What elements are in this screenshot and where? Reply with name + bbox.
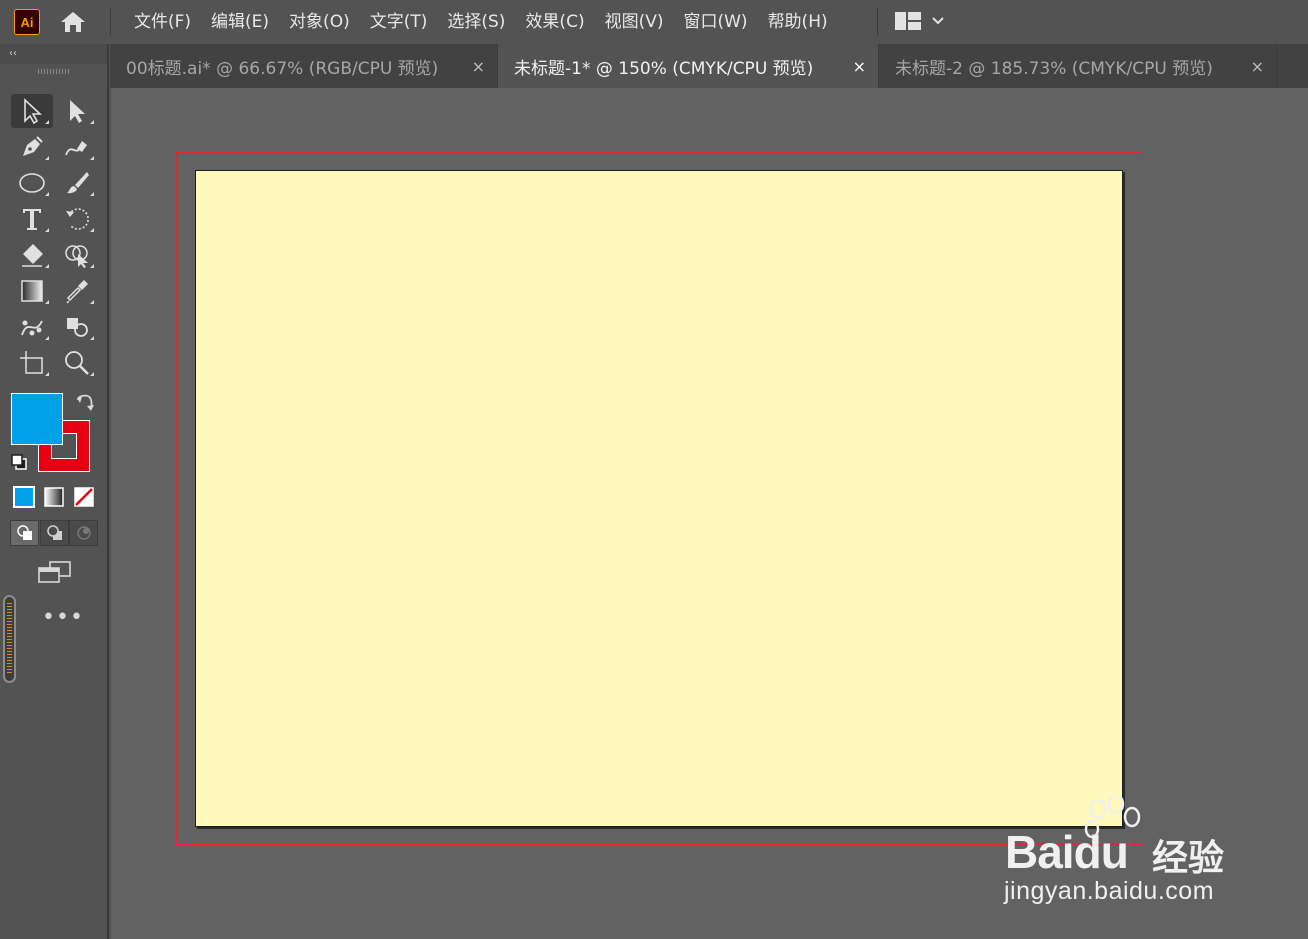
menu-object[interactable]: 对象(O): [279, 0, 360, 44]
document-tabs: 00标题.ai* @ 66.67% (RGB/CPU 预览) × 未标题-1* …: [110, 44, 1308, 88]
home-icon[interactable]: [59, 10, 87, 34]
zoom-magnifier-icon: [65, 351, 89, 375]
tab-label: 未标题-1* @ 150% (CMYK/CPU 预览): [514, 58, 814, 79]
curvature-tool[interactable]: [56, 130, 98, 164]
app-logo: Ai: [14, 9, 40, 35]
draw-inside-button[interactable]: [69, 520, 98, 546]
gradient-tool[interactable]: [11, 274, 53, 308]
panel-grip[interactable]: [38, 69, 70, 74]
eraser-tool[interactable]: [11, 238, 53, 272]
menu-select[interactable]: 选择(S): [437, 0, 515, 44]
screen-mode-icon[interactable]: [36, 560, 74, 588]
scroll-handle-grip: [7, 603, 12, 675]
menu-items: 文件(F) 编辑(E) 对象(O) 文字(T) 选择(S) 效果(C) 视图(V…: [124, 0, 838, 44]
chevron-down-icon[interactable]: [930, 14, 946, 28]
pen-tool[interactable]: [11, 130, 53, 164]
paintbrush-icon: [67, 172, 89, 194]
selection-arrow-icon: [24, 98, 43, 125]
collapse-icon[interactable]: ‹‹: [9, 48, 17, 59]
rotate-icon: [66, 208, 89, 230]
type-tool[interactable]: [11, 202, 53, 236]
ellipse-tool[interactable]: [11, 166, 53, 200]
menu-window[interactable]: 窗口(W): [673, 0, 757, 44]
workspace-layout-icon[interactable]: [895, 12, 921, 30]
curvature-pen-icon: [65, 141, 87, 156]
tab-document-1[interactable]: 00标题.ai* @ 66.67% (RGB/CPU 预览) ×: [110, 44, 498, 88]
watermark-url: jingyan.baidu.com: [1004, 877, 1215, 905]
more-tools-icon[interactable]: •••: [42, 607, 84, 629]
menu-file[interactable]: 文件(F): [124, 0, 201, 44]
tab-label: 00标题.ai* @ 66.67% (RGB/CPU 预览): [126, 58, 439, 79]
default-colors-icon[interactable]: [10, 453, 28, 471]
type-t-icon: [23, 209, 41, 230]
close-icon[interactable]: ×: [472, 57, 485, 76]
pen-icon: [23, 136, 43, 156]
menu-bar: Ai 文件(F) 编辑(E) 对象(O) 文字(T) 选择(S) 效果(C) 视…: [0, 0, 1308, 44]
tab-document-3[interactable]: 未标题-2 @ 185.73% (CMYK/CPU 预览) ×: [879, 44, 1277, 88]
gradient-icon: [21, 280, 43, 302]
gradient-swatch-icon: [44, 487, 64, 507]
menu-separator-2: [877, 8, 878, 36]
shape-builder-icon: [65, 245, 88, 268]
selection-tool[interactable]: [11, 94, 53, 128]
draw-inside-icon: [76, 526, 91, 540]
rotate-tool[interactable]: [56, 202, 98, 236]
blend-tool[interactable]: [11, 310, 53, 344]
eyedropper-icon: [66, 280, 88, 304]
none-swatch-icon: [74, 487, 94, 507]
menu-effect[interactable]: 效果(C): [515, 0, 594, 44]
tab-document-2[interactable]: 未标题-1* @ 150% (CMYK/CPU 预览) ×: [498, 44, 879, 88]
paintbrush-tool[interactable]: [56, 166, 98, 200]
fill-color-swatch[interactable]: [11, 393, 63, 445]
direct-selection-icon: [70, 100, 85, 123]
artboard-tool[interactable]: [11, 346, 53, 380]
gradient-mode-button[interactable]: [41, 484, 67, 510]
tools-panel-header: ‹‹: [0, 44, 107, 64]
none-mode-button[interactable]: [71, 484, 97, 510]
live-paint-icon: [67, 318, 88, 337]
shape-builder-tool[interactable]: [56, 238, 98, 272]
ellipse-icon: [19, 173, 45, 193]
baidu-jingyan-watermark: Baidu 经验 jingyan.baidu.com: [1000, 795, 1240, 915]
color-mode-button[interactable]: [11, 484, 37, 510]
live-paint-tool[interactable]: [56, 310, 98, 344]
eyedropper-tool[interactable]: [56, 274, 98, 308]
close-icon[interactable]: ×: [1251, 57, 1264, 76]
menu-edit[interactable]: 编辑(E): [201, 0, 279, 44]
close-icon[interactable]: ×: [853, 57, 866, 76]
menu-separator: [110, 8, 111, 36]
direct-selection-tool[interactable]: [56, 94, 98, 128]
tab-label: 未标题-2 @ 185.73% (CMYK/CPU 预览): [895, 58, 1213, 79]
draw-normal-icon: [16, 525, 32, 540]
menu-type[interactable]: 文字(T): [360, 0, 438, 44]
menu-view[interactable]: 视图(V): [595, 0, 674, 44]
tools-panel: ‹‹ •••: [0, 44, 109, 939]
swap-fill-stroke-icon[interactable]: [74, 392, 96, 414]
illustrator-window: Ai 文件(F) 编辑(E) 对象(O) 文字(T) 选择(S) 效果(C) 视…: [0, 0, 1308, 939]
draw-behind-button[interactable]: [40, 520, 69, 546]
draw-behind-icon: [46, 525, 62, 540]
eraser-icon: [22, 244, 43, 267]
watermark-brand: Baidu: [1005, 826, 1129, 878]
artboard-icon: [20, 351, 43, 374]
panel-scroll-handle[interactable]: [3, 595, 16, 683]
zoom-tool[interactable]: [56, 346, 98, 380]
color-fill-icon: [13, 486, 35, 508]
draw-normal-button[interactable]: [10, 520, 39, 546]
watermark-brand-cn: 经验: [1152, 838, 1225, 879]
artboard[interactable]: [195, 170, 1123, 827]
menu-help[interactable]: 帮助(H): [758, 0, 838, 44]
symbol-sprayer-icon: [21, 320, 43, 336]
